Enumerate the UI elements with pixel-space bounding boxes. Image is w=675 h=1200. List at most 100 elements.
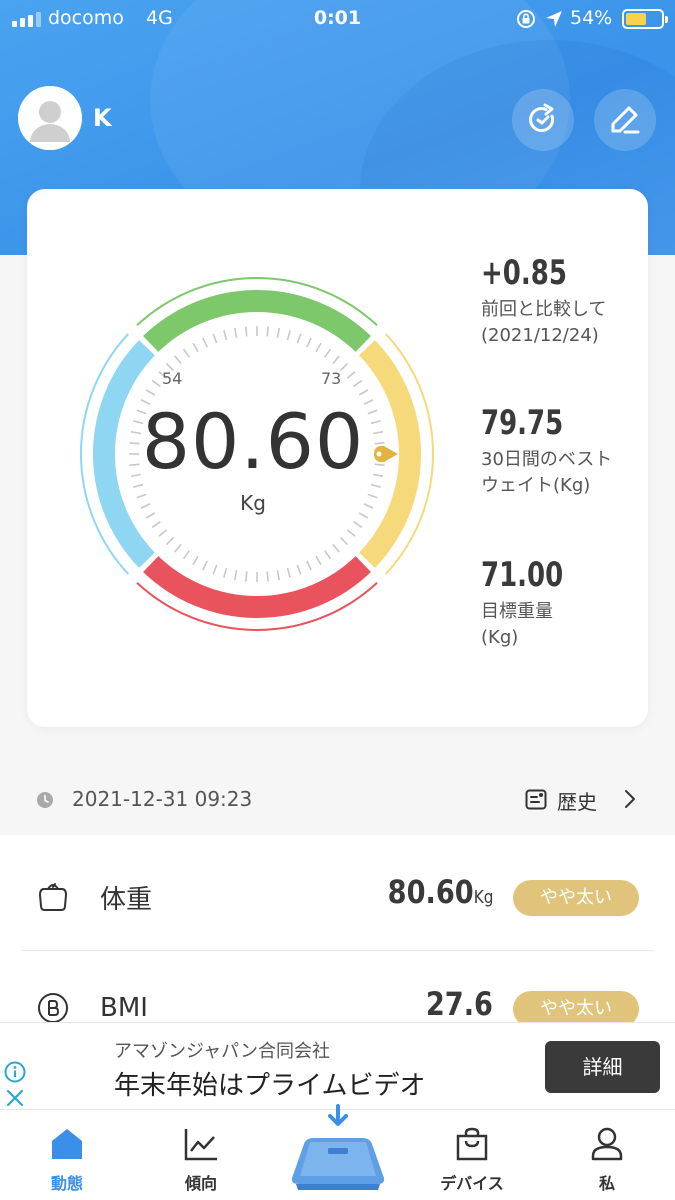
gauge-tick bbox=[339, 536, 349, 546]
gauge-tick bbox=[339, 362, 349, 372]
clock-icon bbox=[37, 792, 53, 808]
metric-row-bmi[interactable]: BMI 27.6 やや太い bbox=[0, 951, 675, 1025]
history-link[interactable]: 歴史 bbox=[557, 786, 597, 815]
gauge-tick bbox=[192, 342, 199, 353]
bmi-icon bbox=[38, 993, 68, 1023]
gauge-tick bbox=[346, 371, 356, 379]
gauge-tick bbox=[151, 379, 161, 387]
status-badge: やや太い bbox=[513, 991, 639, 1025]
tab-label: 私 bbox=[598, 1174, 615, 1193]
ad-details-button[interactable]: 詳細 bbox=[545, 1041, 660, 1093]
gauge-segment-obese bbox=[143, 556, 371, 618]
gauge-tick bbox=[223, 330, 228, 341]
avatar[interactable] bbox=[18, 86, 82, 150]
gauge-tick bbox=[192, 555, 199, 566]
gauge-tick bbox=[212, 564, 218, 575]
gauge-tick bbox=[233, 327, 238, 338]
tab-label: 動態 bbox=[50, 1174, 83, 1193]
gauge-tick bbox=[245, 571, 248, 582]
gauge-tick bbox=[276, 327, 281, 338]
stat-label: (Kg) bbox=[481, 627, 519, 648]
tab-devices[interactable]: デバイス bbox=[417, 1110, 527, 1200]
gauge-tick bbox=[286, 330, 291, 341]
gauge-tick bbox=[296, 564, 302, 575]
close-icon[interactable] bbox=[5, 1088, 25, 1108]
gauge-tick bbox=[306, 337, 312, 348]
location-icon bbox=[546, 11, 562, 27]
gauge-tick bbox=[145, 389, 156, 396]
user-name: K bbox=[93, 104, 112, 132]
history-icon[interactable] bbox=[524, 787, 548, 811]
gauge-tick-high: 73 bbox=[321, 369, 342, 388]
chevron-right-icon[interactable] bbox=[622, 787, 638, 811]
gauge-tick bbox=[245, 326, 248, 337]
metric-value: 80.60Kg bbox=[387, 873, 493, 911]
sync-icon bbox=[529, 103, 555, 133]
gauge-tick bbox=[324, 348, 332, 358]
metric-row-weight[interactable]: 体重 80.60Kg やや太い bbox=[0, 835, 675, 951]
stat-label: 30日間のベスト bbox=[481, 449, 613, 470]
battery-percent: 54% bbox=[570, 7, 613, 29]
tab-trend[interactable]: 傾向 bbox=[146, 1110, 256, 1200]
stat-target-weight: 71.00 目標重量 (Kg) bbox=[481, 555, 578, 651]
gauge-tick bbox=[182, 550, 190, 560]
trend-icon bbox=[184, 1129, 217, 1161]
stat-label: ウェイト(Kg) bbox=[481, 475, 591, 496]
scale-button[interactable] bbox=[290, 1102, 386, 1194]
gauge-tick bbox=[358, 389, 369, 396]
person-icon bbox=[591, 1127, 623, 1161]
status-badge: やや太い bbox=[513, 880, 639, 916]
gauge-tick bbox=[266, 326, 269, 337]
gauge-tick-low: 54 bbox=[162, 369, 183, 388]
ad-banner[interactable]: アマゾンジャパン合同会社 年末年始はプライムビデオ 詳細 bbox=[0, 1022, 675, 1110]
stat-label: 目標重量 bbox=[481, 601, 553, 622]
gauge-tick bbox=[353, 379, 363, 387]
stat-value: +0.85 bbox=[481, 253, 567, 293]
gauge-tick bbox=[315, 342, 322, 353]
metrics-list: 体重 80.60Kg やや太い BMI 27.6 やや太い bbox=[0, 835, 675, 1025]
stat-compare: +0.85 前回と比較して (2021/12/24) bbox=[481, 253, 606, 349]
metric-value: 27.6 bbox=[425, 985, 493, 1023]
gauge-tick bbox=[266, 571, 269, 582]
weight-icon bbox=[38, 883, 68, 911]
gauge-tick bbox=[276, 570, 281, 581]
measurement-datetime: 2021-12-31 09:23 bbox=[72, 787, 253, 811]
stat-label: (2021/12/24) bbox=[481, 325, 599, 346]
gauge-tick bbox=[353, 521, 363, 529]
rotation-lock-icon bbox=[517, 10, 535, 28]
metric-name: BMI bbox=[100, 993, 148, 1023]
ad-title[interactable]: 年末年始はプライムビデオ bbox=[114, 1065, 425, 1102]
measurement-date-row: 2021-12-31 09:23 歴史 bbox=[0, 765, 675, 835]
gauge-tick bbox=[332, 355, 340, 365]
gauge-tick bbox=[315, 555, 322, 566]
gauge-tick bbox=[165, 536, 175, 546]
stat-label: 前回と比較して bbox=[481, 299, 607, 320]
gauge-tick bbox=[233, 570, 238, 581]
gauge-tick bbox=[324, 550, 332, 560]
gauge-tick bbox=[182, 348, 190, 358]
gauge-tick bbox=[296, 333, 302, 344]
tab-me[interactable]: 私 bbox=[552, 1110, 662, 1200]
ad-company: アマゾンジャパン合同会社 bbox=[114, 1041, 330, 1062]
battery-icon bbox=[622, 9, 668, 29]
stat-best-weight: 79.75 30日間のベスト ウェイト(Kg) bbox=[481, 403, 612, 499]
edit-button[interactable] bbox=[594, 89, 656, 151]
gauge-tick bbox=[158, 529, 168, 537]
home-icon bbox=[52, 1129, 82, 1159]
stat-value: 79.75 bbox=[481, 403, 564, 443]
gauge-segment-normal bbox=[143, 290, 371, 352]
metric-name: 体重 bbox=[100, 885, 153, 915]
tab-activity[interactable]: 動態 bbox=[12, 1110, 122, 1200]
gauge-tick bbox=[202, 560, 208, 571]
bag-icon bbox=[456, 1127, 488, 1161]
gauge-tick bbox=[306, 560, 312, 571]
tab-label: 傾向 bbox=[184, 1174, 217, 1193]
gauge-tick bbox=[332, 543, 340, 553]
info-icon[interactable] bbox=[4, 1061, 26, 1083]
gauge-tick bbox=[286, 567, 291, 578]
stat-value: 71.00 bbox=[481, 555, 564, 595]
gauge-tick bbox=[346, 529, 356, 537]
gauge-tick bbox=[151, 521, 161, 529]
tab-label: デバイス bbox=[440, 1174, 504, 1193]
sync-button[interactable] bbox=[512, 89, 574, 151]
